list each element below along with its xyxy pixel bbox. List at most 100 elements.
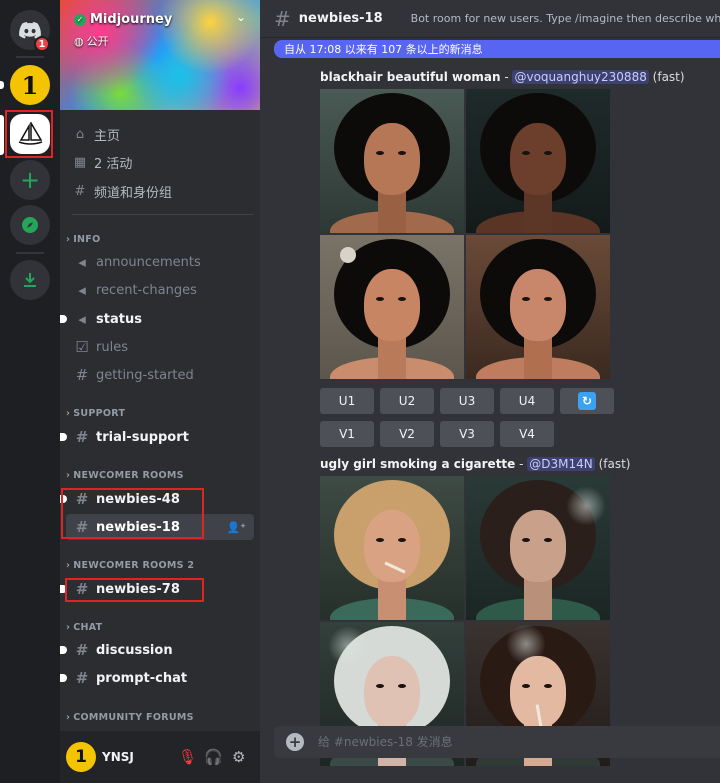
generated-image[interactable]: [466, 476, 610, 620]
avatar-glyph: 1: [75, 747, 87, 767]
generated-image[interactable]: [320, 235, 464, 379]
image-grid[interactable]: [320, 476, 612, 766]
avatar[interactable]: 1: [66, 742, 96, 772]
channel-topic[interactable]: Bot room for new users. Type /imagine th…: [411, 12, 720, 25]
mute-mic-icon[interactable]: 🎙: [178, 748, 197, 766]
u1-button[interactable]: U1: [320, 388, 374, 414]
plus-icon: +: [19, 166, 41, 194]
generated-image[interactable]: [466, 89, 610, 233]
channel-trial-support[interactable]: # trial-support: [60, 424, 254, 450]
category-support-label: SUPPORT: [73, 408, 126, 419]
channel-getting-started[interactable]: # getting-started: [66, 362, 254, 388]
chevron-down-icon: ›: [66, 560, 71, 571]
category-newcomer-label: NEWCOMER ROOMS: [73, 470, 184, 481]
message-header: ugly girl smoking a cigarette - @D3M14N …: [320, 457, 630, 471]
gear-icon[interactable]: ⚙: [232, 748, 245, 766]
channel-title: newbies-18: [298, 11, 383, 26]
rail-divider: [16, 252, 44, 254]
category-newcomer-rooms-2[interactable]: › NEWCOMER ROOMS 2: [66, 560, 194, 571]
u3-button[interactable]: U3: [440, 388, 494, 414]
hash-icon: #: [75, 366, 89, 384]
channel-label: announcements: [96, 254, 201, 270]
channel-recent-changes[interactable]: ◂ recent-changes: [66, 277, 254, 303]
category-newcomer-rooms[interactable]: › NEWCOMER ROOMS: [66, 470, 184, 481]
calendar-icon: ▦: [73, 154, 87, 170]
generated-image[interactable]: [466, 235, 610, 379]
separator: -: [515, 457, 528, 471]
server-one-glyph: 1: [21, 70, 39, 100]
channel-discussion[interactable]: # discussion: [60, 637, 254, 663]
nav-events-label: 2 活动: [94, 156, 133, 172]
new-messages-banner[interactable]: 自从 17:08 以来有 107 条以上的新消息: [274, 40, 720, 58]
username[interactable]: YNSJ: [102, 750, 134, 764]
channel-label: recent-changes: [96, 282, 197, 298]
explore-button[interactable]: [10, 205, 50, 245]
v1-button[interactable]: V1: [320, 421, 374, 447]
u2-button[interactable]: U2: [380, 388, 434, 414]
server-rail: 1 1 +: [0, 0, 60, 783]
download-apps-button[interactable]: [10, 260, 50, 300]
category-chat[interactable]: › CHAT: [66, 622, 102, 633]
unread-indicator: [60, 433, 67, 441]
image-grid[interactable]: [320, 89, 612, 379]
server-header[interactable]: ✓ Midjourney: [74, 12, 172, 27]
category-chat-label: CHAT: [73, 622, 103, 633]
separator: -: [500, 70, 513, 84]
prompt-text: ugly girl smoking a cigarette: [320, 457, 516, 471]
midjourney-server-button[interactable]: [10, 114, 50, 154]
nav-channels-roles-label: 频道和身份组: [94, 185, 173, 201]
channel-header: # newbies-18 Bot room for new users. Typ…: [260, 0, 720, 38]
nav-events[interactable]: ▦ 2 活动: [72, 150, 133, 174]
unread-indicator: [60, 646, 67, 654]
channel-label: getting-started: [96, 367, 194, 383]
v4-button[interactable]: V4: [500, 421, 554, 447]
channel-label: discussion: [96, 642, 173, 658]
chevron-down-icon[interactable]: ⌄: [236, 10, 246, 24]
category-forums-label: COMMUNITY FORUMS: [73, 712, 194, 723]
add-server-button[interactable]: +: [10, 160, 50, 200]
unread-indicator: [60, 315, 67, 323]
user-mention[interactable]: @D3M14N: [527, 457, 595, 471]
headphones-icon[interactable]: 🎧: [204, 748, 223, 766]
download-icon: [24, 273, 36, 287]
user-mention[interactable]: @voquanghuy230888: [512, 70, 649, 84]
refresh-icon: ↻: [578, 392, 596, 410]
channel-status[interactable]: ◂ status: [60, 306, 254, 332]
channels-roles-icon: #: [74, 183, 86, 199]
visibility-label: 公开: [86, 35, 109, 48]
category-info[interactable]: › INFO: [66, 234, 100, 245]
home-icon: ⌂: [75, 126, 85, 142]
v3-button[interactable]: V3: [440, 421, 494, 447]
server-banner[interactable]: ✓ Midjourney ⌄ ◍ 公开: [60, 0, 260, 110]
verified-check-icon: ✓: [74, 13, 86, 26]
category-support[interactable]: › SUPPORT: [66, 408, 125, 419]
chat-area: # newbies-18 Bot room for new users. Typ…: [260, 0, 720, 783]
chevron-down-icon: ›: [66, 470, 71, 481]
nav-channels-roles[interactable]: # 频道和身份组: [72, 179, 172, 203]
highlight-box-newbies: [61, 488, 204, 539]
hash-icon: #: [75, 641, 89, 659]
reroll-button[interactable]: ↻: [560, 388, 614, 414]
v2-button[interactable]: V2: [380, 421, 434, 447]
channel-prompt-chat[interactable]: # prompt-chat: [60, 665, 254, 691]
add-member-icon[interactable]: 👤⁺: [226, 521, 246, 534]
server-one-button[interactable]: 1: [10, 65, 50, 105]
megaphone-icon: ◂: [78, 281, 86, 299]
chevron-down-icon: ›: [66, 234, 71, 245]
channel-announcements[interactable]: ◂ announcements: [66, 249, 254, 275]
channel-label: prompt-chat: [96, 670, 188, 686]
message-input[interactable]: [318, 735, 678, 749]
generated-image[interactable]: [320, 89, 464, 233]
u4-button[interactable]: U4: [500, 388, 554, 414]
unread-indicator: [60, 674, 67, 682]
unread-pill: [0, 81, 4, 89]
channel-rules[interactable]: ☑ rules: [66, 334, 254, 360]
mention-badge: 1: [34, 36, 50, 52]
category-community-forums[interactable]: › COMMUNITY FORUMS: [66, 712, 194, 723]
prompt-text: blackhair beautiful woman: [320, 70, 501, 84]
highlight-box-newbies-78: [65, 578, 204, 602]
attach-plus-icon[interactable]: +: [286, 733, 304, 751]
generated-image[interactable]: [320, 476, 464, 620]
nav-home[interactable]: ⌂ 主页: [72, 122, 120, 146]
speed-tag: (fast): [594, 457, 631, 471]
